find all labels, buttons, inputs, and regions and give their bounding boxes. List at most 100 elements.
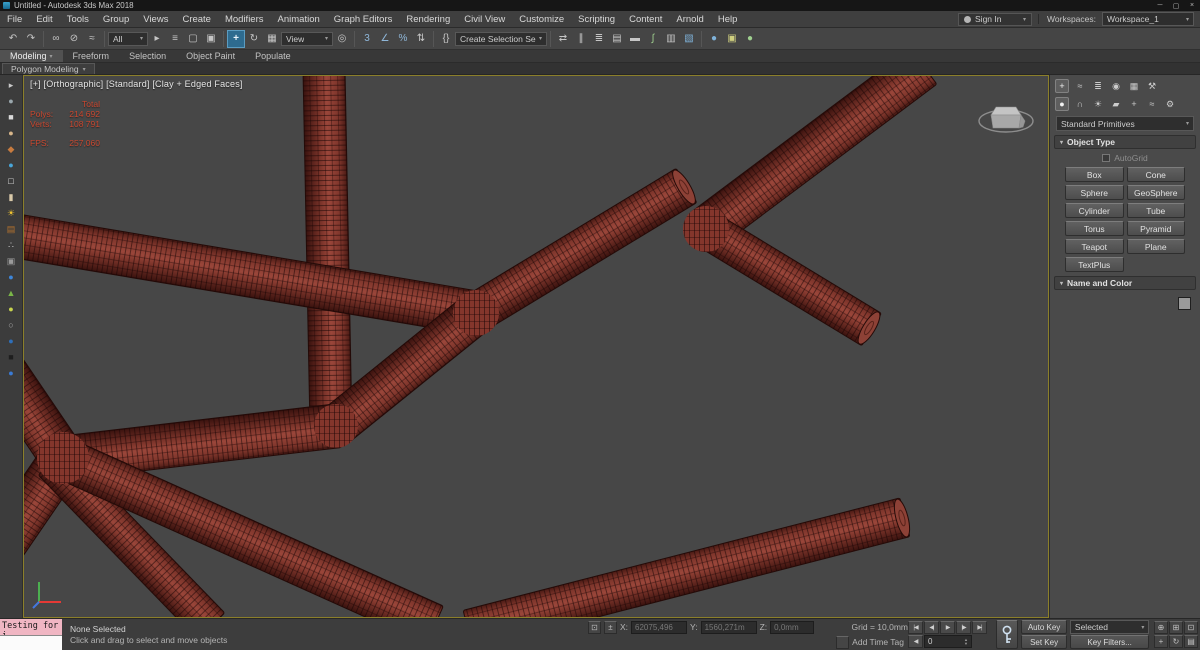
go-to-end-button[interactable]: ▶| <box>972 621 987 634</box>
sphere-icon[interactable]: ● <box>3 93 20 109</box>
modify-tab-icon[interactable]: ≈ <box>1073 79 1087 93</box>
object-color-swatch[interactable] <box>1178 297 1191 310</box>
redo-icon[interactable]: ↷ <box>22 30 40 48</box>
next-frame-button[interactable]: |▶ <box>956 621 971 634</box>
menu-views[interactable]: Views <box>136 14 175 25</box>
object-button-teapot[interactable]: Teapot <box>1065 239 1124 254</box>
rollout-object-type[interactable]: ▾ Object Type <box>1054 135 1196 149</box>
use-pivot-point-icon[interactable]: ◎ <box>333 30 351 48</box>
cube-icon[interactable]: □ <box>3 173 20 189</box>
sign-in-dropdown[interactable]: Sign In ▾ <box>958 12 1033 26</box>
previous-frame-button[interactable]: ◀| <box>924 621 939 634</box>
viewport[interactable]: [+] [Orthographic] [Standard] [Clay + Ed… <box>23 75 1049 618</box>
add-time-tag[interactable]: Add Time Tag <box>852 637 904 647</box>
water-sphere-icon[interactable]: ● <box>3 157 20 173</box>
menu-content[interactable]: Content <box>622 14 669 25</box>
curve-editor-icon[interactable]: ∫ <box>644 30 662 48</box>
current-frame-spinner[interactable]: 0 ▲ ▼ <box>924 635 972 648</box>
object-button-box[interactable]: Box <box>1065 167 1124 182</box>
spinner-snap-icon[interactable]: ⇅ <box>412 30 430 48</box>
object-button-pyramid[interactable]: Pyramid <box>1126 221 1185 236</box>
slate-material-editor-icon[interactable]: ▧ <box>680 30 698 48</box>
viewport-label[interactable]: [+] [Orthographic] [Standard] [Clay + Ed… <box>30 79 243 89</box>
z-coordinate-field[interactable]: 0,0mm <box>770 620 815 634</box>
sun-light-icon[interactable]: ☀ <box>3 205 20 221</box>
autogrid-checkbox[interactable]: AutoGrid <box>1050 151 1200 165</box>
ribbon-toggle-icon[interactable]: ▬ <box>626 30 644 48</box>
menu-graph-editors[interactable]: Graph Editors <box>327 14 400 25</box>
motion-tab-icon[interactable]: ◉ <box>1109 79 1123 93</box>
spinner-arrows[interactable]: ▲ ▼ <box>964 637 968 646</box>
plane-icon[interactable]: ▣ <box>3 253 20 269</box>
object-button-textplus[interactable]: TextPlus <box>1065 257 1124 272</box>
key-selection-dropdown[interactable]: Selected ▾ <box>1069 620 1150 634</box>
object-button-tube[interactable]: Tube <box>1126 203 1185 218</box>
close-button[interactable]: × <box>1184 0 1200 11</box>
menu-file[interactable]: File <box>0 14 29 25</box>
select-by-name-icon[interactable]: ≡ <box>166 30 184 48</box>
cylinder-icon[interactable]: ▮ <box>3 189 20 205</box>
set-key-button[interactable]: Set Key <box>1021 635 1067 649</box>
menu-tools[interactable]: Tools <box>60 14 96 25</box>
mirror-icon[interactable]: ⇄ <box>554 30 572 48</box>
angle-snap-icon[interactable]: ∠ <box>376 30 394 48</box>
maximize-button[interactable]: ▢ <box>1168 0 1184 11</box>
menu-modifiers[interactable]: Modifiers <box>218 14 271 25</box>
align-icon[interactable]: ∥ <box>572 30 590 48</box>
zoom-icon[interactable]: ⊕ <box>1154 621 1168 634</box>
dope-sheet-icon[interactable]: ▥ <box>662 30 680 48</box>
tube-object[interactable] <box>463 497 913 617</box>
edit-named-selection-icon[interactable]: {} <box>437 30 455 48</box>
menu-help[interactable]: Help <box>711 14 745 25</box>
maximize-viewport-toggle-icon[interactable]: ▤ <box>1184 635 1198 648</box>
menu-customize[interactable]: Customize <box>512 14 571 25</box>
geometry-category-icon[interactable]: ● <box>1055 97 1069 111</box>
absolute-offset-mode-toggle[interactable]: ± <box>604 620 617 634</box>
menu-civil-view[interactable]: Civil View <box>457 14 512 25</box>
undo-icon[interactable]: ↶ <box>4 30 22 48</box>
dark-box-icon[interactable]: ■ <box>3 349 20 365</box>
select-and-link-icon[interactable]: ∞ <box>47 30 65 48</box>
object-button-plane[interactable]: Plane <box>1126 239 1185 254</box>
tube-object[interactable] <box>302 76 353 432</box>
globe-icon[interactable]: ● <box>3 365 20 381</box>
menu-rendering[interactable]: Rendering <box>399 14 457 25</box>
x-coordinate-field[interactable]: 62075,496 <box>631 620 688 634</box>
viewcube[interactable] <box>977 95 1035 143</box>
menu-arnold[interactable]: Arnold <box>669 14 710 25</box>
select-and-rotate-icon[interactable]: ↻ <box>245 30 263 48</box>
auto-key-button[interactable]: Auto Key <box>1021 620 1067 634</box>
previous-key-button[interactable]: ◀ <box>908 635 923 648</box>
display-tab-icon[interactable]: ▦ <box>1127 79 1141 93</box>
primitives-dropdown[interactable]: Standard Primitives ▾ <box>1056 116 1194 131</box>
select-and-move-icon[interactable]: + <box>227 29 245 48</box>
menu-create[interactable]: Create <box>175 14 218 25</box>
select-tool-icon[interactable]: ▸ <box>3 77 20 93</box>
unlink-selection-icon[interactable]: ⊘ <box>65 30 83 48</box>
rectangular-selection-region-icon[interactable]: ▢ <box>184 30 202 48</box>
menu-edit[interactable]: Edit <box>29 14 59 25</box>
ribbon-tab-populate[interactable]: Populate <box>245 50 301 62</box>
select-and-scale-icon[interactable]: ▦ <box>263 30 281 48</box>
cameras-category-icon[interactable]: ▰ <box>1109 97 1123 111</box>
bind-to-space-warp-icon[interactable]: ≈ <box>83 30 101 48</box>
systems-category-icon[interactable]: ⚙ <box>1163 97 1177 111</box>
ribbon-tab-object-paint[interactable]: Object Paint <box>176 50 245 62</box>
shapes-category-icon[interactable]: ∩ <box>1073 97 1087 111</box>
navy-sphere-icon[interactable]: ● <box>3 333 20 349</box>
zoom-extents-icon[interactable]: ⊡ <box>1184 621 1198 634</box>
rendered-frame-window-icon[interactable]: ▣ <box>723 30 741 48</box>
hierarchy-tab-icon[interactable]: ≣ <box>1091 79 1105 93</box>
create-tab-icon[interactable]: + <box>1055 79 1069 93</box>
scene-explorer-icon[interactable]: ≣ <box>590 30 608 48</box>
workspace-dropdown[interactable]: Workspace_1 ▾ <box>1102 12 1194 26</box>
play-button[interactable]: ▶ <box>940 621 955 634</box>
tube-object[interactable] <box>463 167 699 332</box>
selection-filter-dropdown[interactable]: All ▾ <box>108 31 148 46</box>
ribbon-tab-freeform[interactable]: Freeform <box>63 50 120 62</box>
minimize-button[interactable]: ─ <box>1152 0 1168 11</box>
particles-icon[interactable]: ∴ <box>3 237 20 253</box>
lime-ball-icon[interactable]: ● <box>3 301 20 317</box>
menu-group[interactable]: Group <box>96 14 136 25</box>
menu-animation[interactable]: Animation <box>271 14 327 25</box>
